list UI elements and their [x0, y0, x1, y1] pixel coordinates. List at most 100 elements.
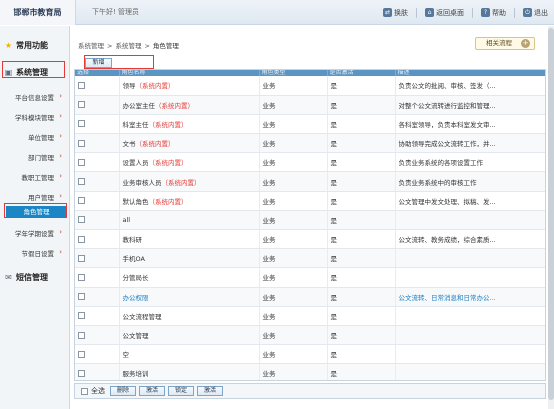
role-type-cell: 业务	[259, 325, 328, 346]
table-row[interactable]: 公文流程管理 业务是	[75, 306, 545, 326]
row-checkbox[interactable]	[78, 197, 85, 205]
role-name: 手机OA	[122, 255, 145, 264]
row-checkbox[interactable]	[78, 158, 85, 166]
role-active-cell: 是	[327, 306, 396, 326]
table-row[interactable]: 业务审核人员（系统内置） 业务是负责业务系统中的审核工作	[75, 171, 545, 192]
help-button[interactable]: ? 帮助	[481, 8, 506, 18]
row-select-cell	[75, 306, 120, 326]
section-system[interactable]: ▣ 系统管理	[4, 67, 66, 78]
related-process-label: 相关流程	[486, 39, 512, 47]
role-desc-cell	[395, 248, 545, 269]
role-name-cell: 设置人员（系统内置）	[119, 152, 260, 173]
row-checkbox[interactable]	[78, 120, 85, 128]
role-name: 公文流程管理	[122, 312, 162, 321]
row-checkbox[interactable]	[78, 101, 85, 109]
row-checkbox[interactable]	[78, 216, 85, 224]
row-select-cell	[75, 152, 120, 173]
scrollbar-thumb[interactable]	[548, 28, 554, 400]
row-checkbox[interactable]	[78, 331, 85, 339]
table-row[interactable]: 分管局长 业务是	[75, 267, 545, 288]
role-name: 教科研	[122, 236, 143, 245]
sidebar-item-subject[interactable]: 学科模块管理 ›	[6, 112, 64, 122]
role-active-cell: 是	[327, 267, 396, 288]
lock-button[interactable]: 锁定	[168, 386, 195, 396]
related-process-button[interactable]: 相关流程 +	[475, 37, 535, 50]
swap-button[interactable]: ⇄ 换肤	[383, 8, 408, 18]
sidebar-item-label: 用户管理	[28, 194, 54, 202]
table-row[interactable]: 空 业务是	[75, 344, 545, 365]
row-select-cell	[75, 344, 120, 365]
section-common[interactable]: ★ 常用功能	[4, 40, 66, 51]
row-checkbox[interactable]	[78, 273, 85, 281]
role-name: 默认角色	[122, 197, 149, 206]
role-active-cell: 是	[327, 191, 396, 211]
table-row[interactable]: 办公权限 业务是公文流转、日常消息和日常办公...	[75, 287, 545, 307]
sidebar-item-holiday[interactable]: 节假日设置 ›	[6, 248, 64, 258]
section-sms[interactable]: ✉ 短信管理	[4, 272, 66, 283]
section-label: 常用功能	[16, 41, 48, 50]
row-checkbox[interactable]	[78, 312, 85, 320]
table-row[interactable]: 服务培训 业务是	[75, 363, 545, 380]
row-checkbox[interactable]	[78, 254, 85, 262]
activate-button-2[interactable]: 激活	[197, 386, 224, 396]
role-active-cell: 是	[327, 344, 396, 365]
role-type-cell: 业务	[259, 210, 328, 231]
role-type-cell: 业务	[259, 171, 328, 192]
role-type-cell: 业务	[259, 229, 328, 250]
row-checkbox[interactable]	[78, 350, 85, 358]
logout-button[interactable]: ⏻ 退出	[523, 8, 548, 18]
home-button[interactable]: ⌂ 返回桌面	[425, 8, 464, 18]
role-desc-cell: 对整个公文流转进行监控和管理...	[395, 95, 545, 115]
role-desc: 各科室领导，负责本科室发文审...	[398, 120, 496, 129]
plus-icon: +	[521, 39, 530, 48]
tool-separator	[514, 7, 515, 18]
table-row[interactable]: 设置人员（系统内置） 业务是负责业务系统的各项设置工作	[75, 152, 545, 173]
table-row[interactable]: 公文管理 业务是	[75, 325, 545, 346]
sidebar-item-staff[interactable]: 教职工管理 ›	[6, 172, 64, 182]
role-active-cell: 是	[327, 363, 396, 380]
table-row[interactable]: 文书（系统内置） 业务是协助领导完成公文流转工作，并...	[75, 133, 545, 154]
role-name: 设置人员	[122, 159, 149, 168]
row-checkbox[interactable]	[78, 178, 85, 186]
sidebar-item-department[interactable]: 部门管理 ›	[6, 152, 64, 162]
sms-icon: ✉	[5, 273, 12, 282]
role-name-cell: 文书（系统内置）	[119, 133, 260, 154]
role-name[interactable]: 办公权限	[123, 294, 149, 302]
builtin-tag: （系统内置）	[148, 120, 188, 129]
sidebar-item-unit[interactable]: 单位管理 ›	[6, 132, 64, 142]
table-row[interactable]: 科室主任（系统内置） 业务是各科室领导，负责本科室发文审...	[75, 114, 545, 135]
sidebar-item-semester[interactable]: 学年学期设置 ›	[6, 228, 64, 238]
table-row[interactable]: 教科研 业务是公文流转、教务成绩，综合素质...	[75, 229, 545, 250]
sidebar-item-roles[interactable]: 角色管理	[6, 206, 67, 218]
sidebar-item-platform[interactable]: 平台信息设置 ›	[6, 92, 64, 102]
role-active-cell: 是	[327, 287, 396, 307]
row-checkbox[interactable]	[78, 81, 85, 89]
table-row[interactable]: all 业务是	[75, 210, 545, 231]
delete-button[interactable]: 删除	[110, 386, 137, 396]
row-checkbox[interactable]	[78, 235, 85, 243]
role-name-cell: 公文流程管理	[119, 306, 260, 326]
row-checkbox[interactable]	[78, 369, 85, 377]
row-select-cell	[75, 325, 120, 346]
role-name: 文书	[122, 140, 136, 149]
row-select-cell	[75, 171, 120, 192]
activate-button[interactable]: 激活	[139, 386, 166, 396]
sidebar-item-users[interactable]: 用户管理 ›	[6, 192, 64, 202]
table-row[interactable]: 办公室主任（系统内置） 业务是对整个公文流转进行监控和管理...	[75, 95, 545, 115]
row-checkbox[interactable]	[78, 293, 85, 301]
row-select-cell	[75, 229, 120, 250]
role-type-cell: 业务	[259, 76, 328, 96]
table-row[interactable]: 手机OA 业务是	[75, 248, 545, 269]
select-all-checkbox[interactable]	[81, 387, 88, 395]
table-row[interactable]: 默认角色（系统内置） 业务是公文管理中发文处理、拟稿、发...	[75, 191, 545, 211]
table-row[interactable]: 领导（系统内置） 业务是负责公文的批阅、审核、签发（...	[75, 76, 545, 96]
row-select-cell	[75, 210, 120, 231]
brand-title: 邯郸市教育局	[0, 0, 76, 25]
row-checkbox[interactable]	[78, 139, 85, 147]
add-button[interactable]: 新增	[85, 58, 112, 68]
breadcrumb-item[interactable]: 系统管理	[115, 42, 141, 50]
chevron-right-icon: ›	[59, 172, 62, 180]
breadcrumb-item[interactable]: 系统管理	[78, 42, 104, 50]
system-icon: ▣	[4, 68, 13, 77]
role-desc: 公文流转、教务成绩，综合素质...	[398, 236, 496, 245]
